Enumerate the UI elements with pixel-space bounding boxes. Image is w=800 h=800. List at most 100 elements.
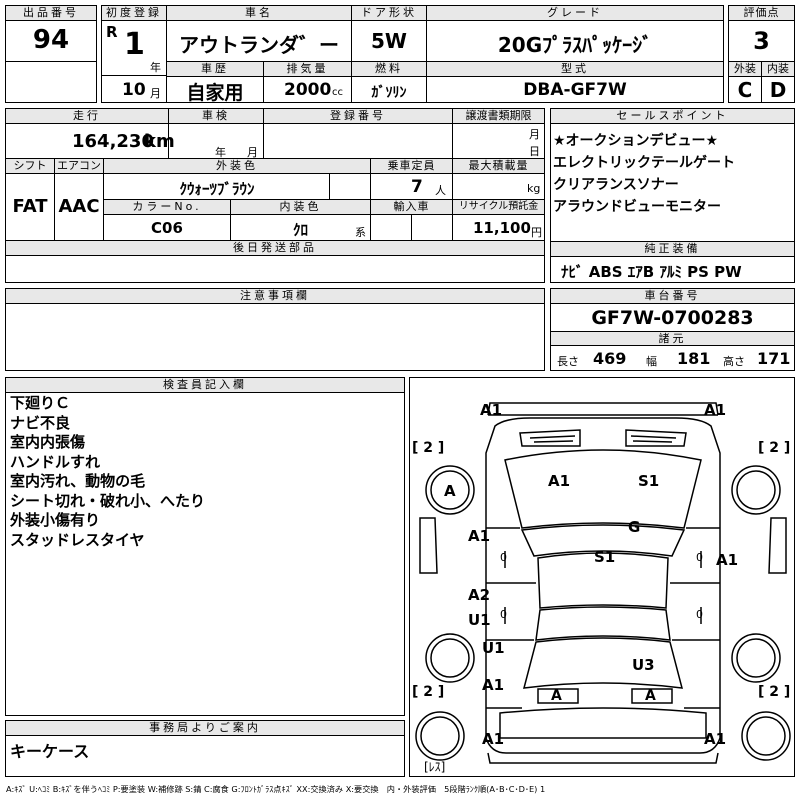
mark-left-rear-u1: U1 <box>468 611 491 629</box>
color-label: 外装色 <box>103 158 371 174</box>
interior-box: ｸﾛ 系 <box>230 214 371 241</box>
lot-empty-box <box>5 61 97 103</box>
mark-windshield: G <box>628 518 641 536</box>
model-label: 型式 <box>426 61 724 77</box>
inspector-box: 下廻りＣ ナビ不良 室内内張傷 ハンドルすれ 室内汚れ、動物の毛 シート切れ・破… <box>5 392 405 716</box>
car-name-box: アウトランダ゛ー <box>166 20 352 62</box>
width: 181 <box>677 349 711 368</box>
spare-tire-label: [ﾚｽ] <box>424 760 446 774</box>
import-label: 輸入車 <box>370 199 453 215</box>
inspector-label: 検査員記入欄 <box>5 377 405 393</box>
notes-label: 注意事項欄 <box>5 288 545 304</box>
car-diagram <box>415 402 791 764</box>
doors: 5W <box>371 29 407 53</box>
transfer-label: 譲渡書類期限 <box>452 108 545 124</box>
mark-left-quarter-u1: U1 <box>482 639 505 657</box>
reg-box: R 1 年 <box>101 20 167 76</box>
legend-footer: A:ｷｽﾞ U:ﾍｺﾐ B:ｷｽﾞを伴うﾍｺﾐ P:要塗装 W:補修跡 S:錆 … <box>6 784 546 794</box>
load-box: kg <box>452 173 545 200</box>
reg-month-box: 10 月 <box>101 75 167 103</box>
mark-zero: 0 <box>696 551 703 564</box>
chassis-box: GF7W-0700283 <box>550 303 795 332</box>
ext-box: C <box>728 76 762 103</box>
inspection-label: 車検 <box>168 108 264 124</box>
tread-front-right: [ 2 ] <box>758 440 791 456</box>
office-label: 事務局よりご案内 <box>5 720 405 736</box>
colorno-box: C06 <box>103 214 231 241</box>
height: 171 <box>757 349 791 368</box>
recycle-box: 11,100 円 <box>452 214 545 241</box>
length: 469 <box>593 349 627 368</box>
yen-unit: 円 <box>531 226 542 239</box>
grade-box: 20Gﾌﾟﾗｽﾊﾟｯｹｰｼﾞ <box>426 20 724 62</box>
inspector-line: 外装小傷有り <box>10 511 101 529</box>
mark-front-right: A1 <box>704 401 727 419</box>
mark-left-rear-a2: A2 <box>468 586 491 604</box>
ac-box: AAC <box>54 173 104 241</box>
inspector-line: 室内内張傷 <box>10 433 86 451</box>
inspector-line: シート切れ・破れ小、へたり <box>10 491 206 510</box>
shift: FAT <box>12 196 48 217</box>
chassis-number: GF7W-0700283 <box>591 307 754 329</box>
recycle-label: リサイクル預託金 <box>452 199 545 215</box>
fuel-box: ｶﾞｿﾘﾝ <box>351 76 427 103</box>
mileage: 164,230 <box>72 131 154 152</box>
lot-number: 94 <box>32 25 70 55</box>
model: DBA-GF7W <box>523 80 627 100</box>
sales-point-item: ★オークションデビュー★ <box>553 133 719 149</box>
int-score: D <box>769 78 787 102</box>
grade-label: グレード <box>426 5 724 21</box>
damage-diagram: A1 A1 A1 S1 G S1 A1 A1 A2 U1 U1 A1 U3 A … <box>409 377 795 777</box>
era: R <box>106 23 118 41</box>
lot-box: 94 <box>5 20 97 62</box>
inspector-line: ハンドルすれ <box>10 452 101 471</box>
model-box: DBA-GF7W <box>426 76 724 103</box>
sales-points-label: セールスポイント <box>550 108 795 124</box>
equipment-label: 純正装備 <box>550 241 795 257</box>
height-label: 高さ <box>723 355 745 368</box>
history-label: 車歴 <box>166 61 264 77</box>
grade: 20Gﾌﾟﾗｽﾊﾟｯｹｰｼﾞ <box>497 33 653 57</box>
doors-box: 5W <box>351 20 427 62</box>
displacement: 2000 <box>284 80 332 100</box>
seats: 7 <box>411 177 423 197</box>
fuel-label: 燃料 <box>351 61 427 77</box>
tread-rear-right: [ 2 ] <box>758 684 791 700</box>
score-box: 3 <box>728 20 795 62</box>
inspection-box: 年 月 <box>168 123 264 159</box>
color: ｸｳｫｰﾂﾌﾞﾗｳﾝ <box>179 180 255 198</box>
history-box: 自家用 <box>166 76 264 104</box>
office-text: キーケース <box>10 742 90 761</box>
ext-score: C <box>737 78 753 102</box>
shift-label: シフト <box>5 158 55 174</box>
mark-hood-right: S1 <box>638 472 660 490</box>
later-parts-label: 後日発送部品 <box>5 240 545 256</box>
mark-hood-left: A1 <box>548 472 571 490</box>
mark-left-front-tire: A <box>444 482 456 500</box>
int-box: D <box>761 76 795 103</box>
score-label: 評価点 <box>728 5 795 21</box>
mark-rear-bumper-right: A1 <box>704 730 727 748</box>
inspector-line: ナビ不良 <box>10 413 71 432</box>
mileage-box: 164,230 km <box>5 123 175 159</box>
office-box: キーケース <box>5 735 405 777</box>
cc-unit: cc <box>332 87 343 98</box>
ac-label: エアコン <box>54 158 104 174</box>
seats-box: 7 人 <box>370 173 453 200</box>
colorno: C06 <box>151 219 183 237</box>
doors-label: ドア形状 <box>351 5 427 21</box>
recycle: 11,100 <box>473 219 531 237</box>
plate-label: 登録番号 <box>263 108 453 124</box>
import-subcell <box>370 214 412 241</box>
mark-left-front-door: A1 <box>468 527 491 545</box>
lot-label: 出品番号 <box>5 5 97 21</box>
history: 自家用 <box>186 82 244 104</box>
mark-left-quarter-a1: A1 <box>482 676 505 694</box>
mark-front-left: A1 <box>480 401 503 419</box>
equipment-box: ﾅﾋﾞ ABS ｴｱB ｱﾙﾐ PS PW <box>550 256 795 283</box>
length-label: 長さ <box>557 355 579 368</box>
chassis-label: 車台番号 <box>550 288 795 304</box>
width-label: 幅 <box>646 355 657 368</box>
load-unit: kg <box>527 182 541 195</box>
mileage-label: 走行 <box>5 108 169 124</box>
